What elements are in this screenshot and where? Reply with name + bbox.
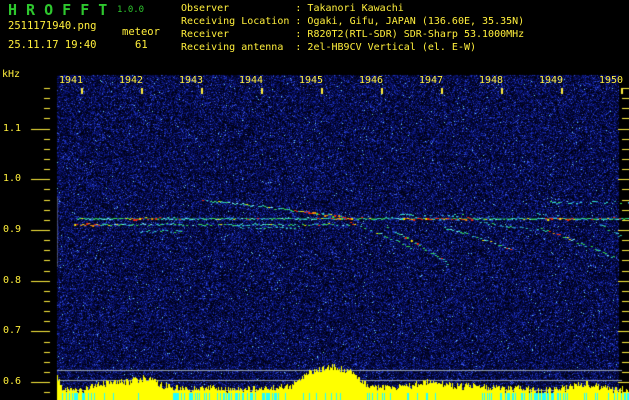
y-tick-label-1.1: 1.1 xyxy=(3,122,22,134)
y-tick-label-0.6: 0.6 xyxy=(3,376,22,388)
y-axis-unit-label: kHz xyxy=(2,69,21,80)
x-tick-label-1948: 1948 xyxy=(478,75,504,86)
output-filename: 2511171940.png xyxy=(8,20,97,32)
echo-count: 61 xyxy=(135,39,148,51)
y-tick-label-0.8: 0.8 xyxy=(3,274,22,286)
y-tick-label-0.9: 0.9 xyxy=(3,224,22,235)
date-time: 25.11.17 19:40 xyxy=(8,39,97,51)
x-tick-label-1941: 1941 xyxy=(58,75,84,86)
y-tick-label-0.7: 0.7 xyxy=(3,325,22,337)
spectrogram-canvas xyxy=(0,0,629,400)
x-tick-label-1946: 1946 xyxy=(358,75,384,86)
x-tick-label-1942: 1942 xyxy=(118,75,144,86)
app-title: H R O F F T xyxy=(8,1,108,19)
y-tick-label-1.0: 1.0 xyxy=(3,173,22,185)
mode-label: meteor xyxy=(122,26,160,38)
x-tick-label-1947: 1947 xyxy=(418,75,444,86)
x-tick-label-1949: 1949 xyxy=(538,75,564,86)
x-tick-label-1945: 1945 xyxy=(298,75,324,86)
x-tick-label-1944: 1944 xyxy=(238,75,264,86)
info-row-receiving-antenna: Receiving antenna : 2el-HB9CV Vertical (… xyxy=(181,42,477,53)
app-version: 1.0.0 xyxy=(117,5,145,15)
hrofft-screen: H R O F F T 1.0.0 2511171940.png meteor … xyxy=(0,0,629,400)
info-row-receiver: Receiver : R820T2(RTL-SDR) SDR-Sharp 53.… xyxy=(181,29,525,40)
info-row-observer: Observer : Takanori Kawachi xyxy=(181,3,404,14)
info-row-receiving-location: Receiving Location : Ogaki, Gifu, JAPAN … xyxy=(181,16,525,27)
x-tick-label-1950: 1950 xyxy=(598,75,624,86)
x-tick-label-1943: 1943 xyxy=(178,75,204,86)
